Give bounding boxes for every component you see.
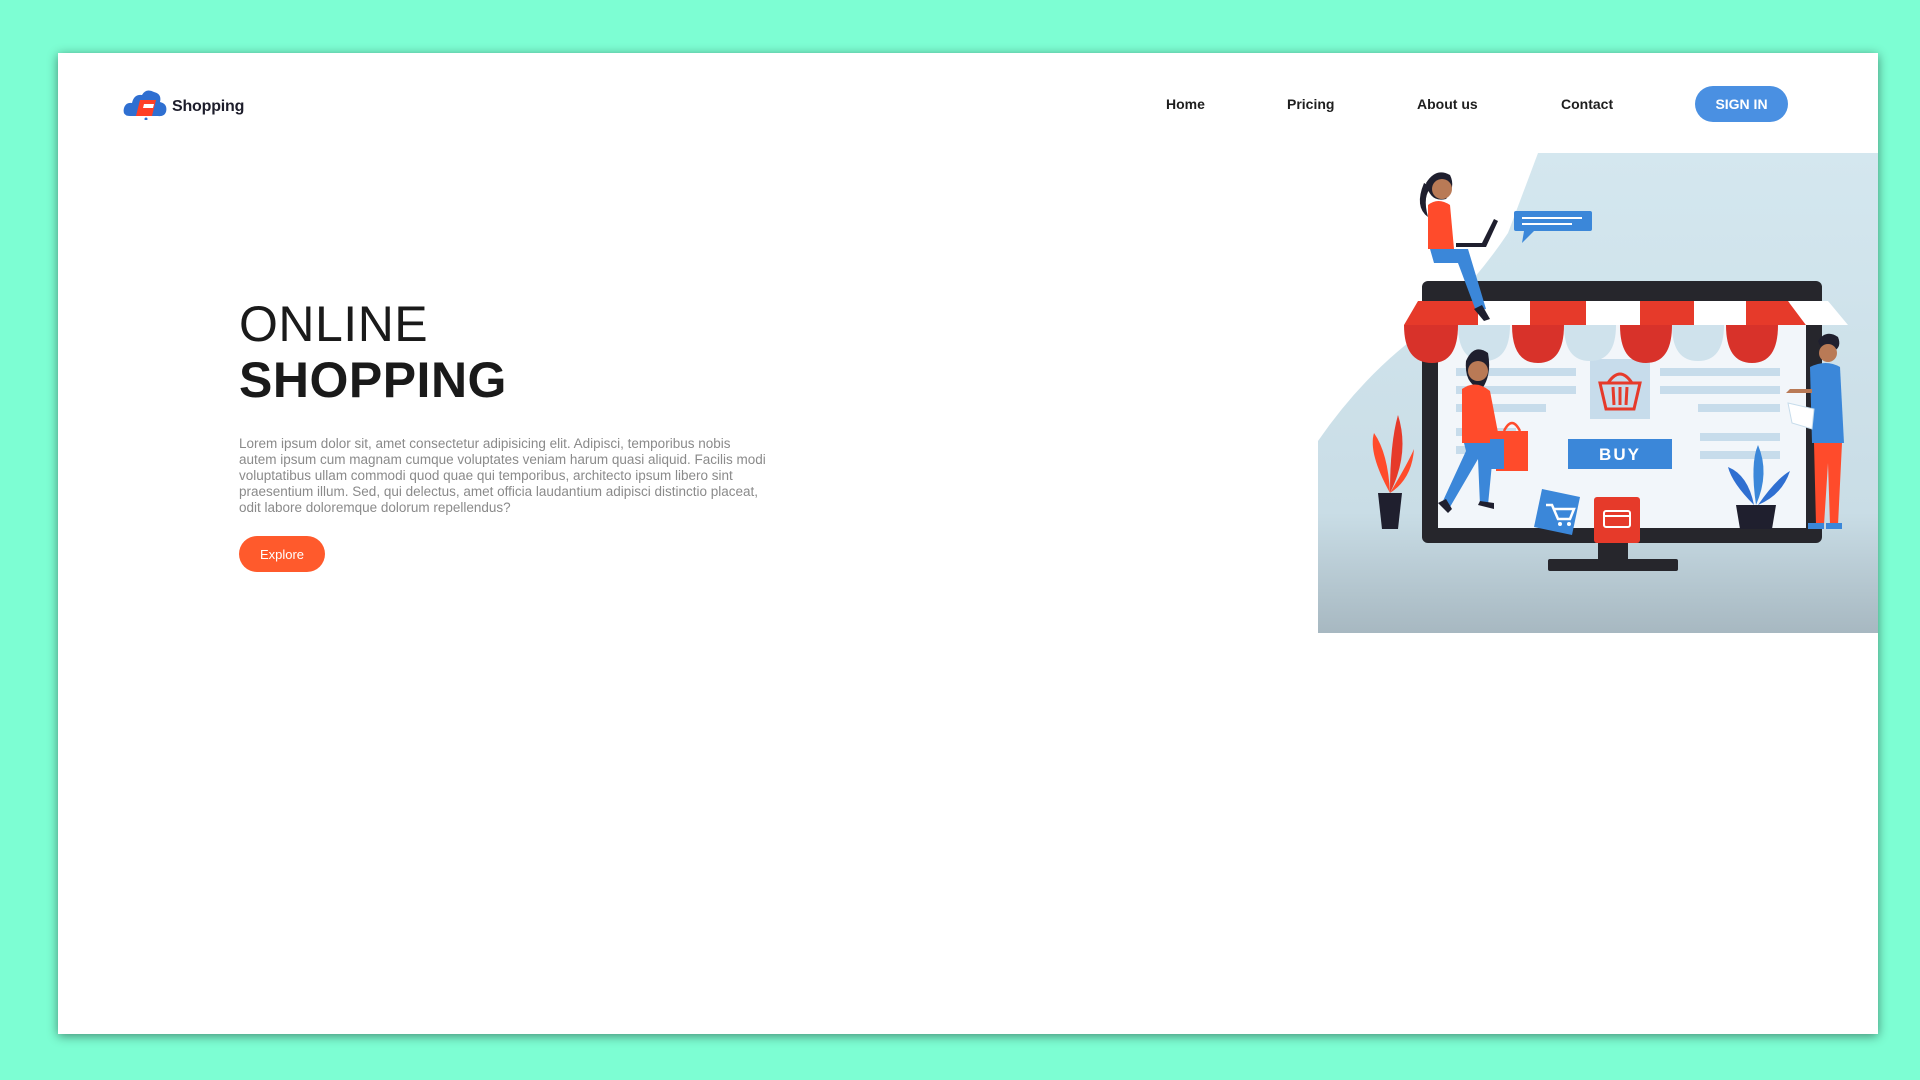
logo[interactable]: Shopping — [122, 86, 244, 120]
cloud-cart-icon — [123, 90, 167, 120]
cart-tile — [1534, 489, 1580, 535]
sign-in-button[interactable]: SIGN IN — [1695, 86, 1788, 122]
monitor-base — [1548, 559, 1678, 571]
monitor-neck — [1598, 543, 1628, 561]
hero-description: Lorem ipsum dolor sit, amet consectetur … — [239, 436, 766, 515]
logo-text: Shopping — [172, 98, 245, 115]
nav-about-us[interactable]: About us — [1417, 96, 1478, 112]
hero-title-line1: ONLINE — [239, 296, 429, 352]
nav-home[interactable]: Home — [1166, 96, 1205, 112]
buy-label: BUY — [1599, 445, 1641, 464]
nav-contact[interactable]: Contact — [1561, 96, 1613, 112]
credit-card-tile — [1594, 497, 1640, 543]
hero-title-line2: SHOPPING — [239, 352, 507, 408]
nav-pricing[interactable]: Pricing — [1287, 96, 1334, 112]
online-shop-illustration: BUY — [1318, 153, 1878, 633]
explore-button[interactable]: Explore — [239, 536, 325, 572]
browser-frame: Shopping Home Pricing About us Contact S… — [58, 53, 1878, 1034]
